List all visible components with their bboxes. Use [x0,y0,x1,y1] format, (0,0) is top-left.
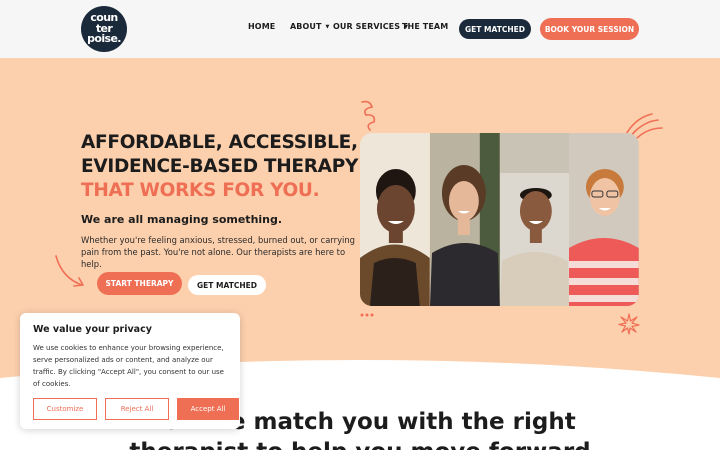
nav-about-label: ABOUT [290,22,322,31]
accept-all-button[interactable]: Accept All [177,398,239,420]
reject-all-button[interactable]: Reject All [105,398,169,420]
headline-line-2: EVIDENCE-BASED THERAPY [81,156,359,177]
headline-line-1: AFFORDABLE, ACCESSIBLE, [81,132,358,153]
nav-item-home[interactable]: HOME [248,22,275,31]
therapist-photo-3 [499,133,570,306]
get-matched-header-button[interactable]: GET MATCHED [459,19,531,39]
video-call-image [360,133,639,306]
book-session-button[interactable]: BOOK YOUR SESSION [540,18,639,40]
section-heading-line-2: therapist to help you move forward [0,437,720,450]
logo-line-3: poise. [87,32,121,46]
nav-team-label: THE TEAM [402,22,449,31]
cookie-title: We value your privacy [33,324,152,335]
nav-item-our-services[interactable]: OUR SERVICES ▼ [333,22,408,31]
nav-services-label: OUR SERVICES [333,22,401,31]
customize-button[interactable]: Customize [33,398,97,420]
nav-home-label: HOME [248,22,276,31]
nav-item-the-team[interactable]: THE TEAM [402,22,448,31]
therapist-photo-1 [360,133,430,306]
starburst-icon [618,313,640,335]
headline-line-3: THAT WORKS FOR YOU. [81,180,320,201]
get-matched-hero-button[interactable]: GET MATCHED [188,275,266,295]
dots-decoration-icon [360,313,374,317]
hero-description: Whether you're feeling anxious, stressed… [81,235,355,269]
therapist-photo-2 [429,133,500,306]
squiggle-doodle-icon [361,100,376,131]
site-header: coun ter poise. HOME ABOUT ▼ OUR SERVICE… [0,0,720,58]
counterpoise-logo[interactable]: coun ter poise. [81,6,127,52]
cookie-consent-banner: We value your privacy We use cookies to … [20,313,240,429]
nav-item-about[interactable]: ABOUT ▼ [290,22,330,31]
hero-headline: AFFORDABLE, ACCESSIBLE, EVIDENCE-BASED T… [81,131,358,203]
therapist-photo-4 [569,133,639,306]
cookie-description: We use cookies to enhance your browsing … [33,344,224,388]
chevron-down-icon: ▼ [325,23,330,30]
start-therapy-button[interactable]: START THERAPY [97,272,182,295]
hero-subheading: We are all managing something. [81,213,283,226]
